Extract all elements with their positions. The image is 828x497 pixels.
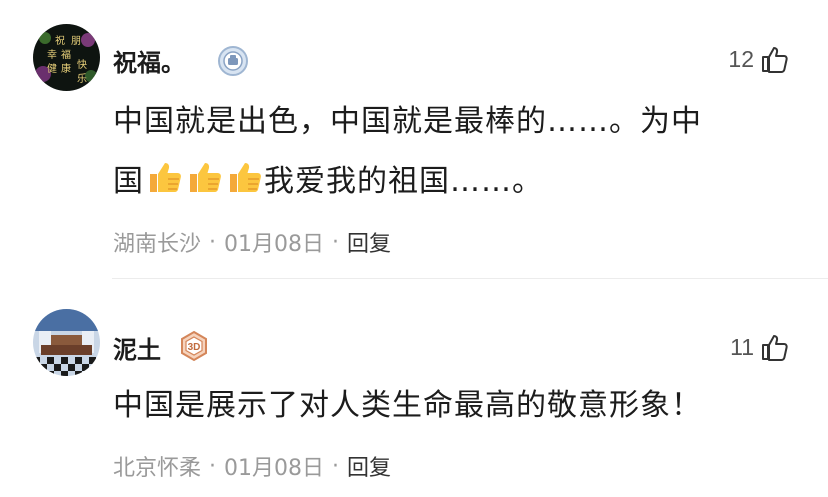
username[interactable]: 泥土 xyxy=(113,330,161,365)
username[interactable]: 祝福。 xyxy=(113,43,185,78)
meta-separator: · xyxy=(332,229,340,255)
comment-text: 中国是展示了对人类生命最高的敬意形象！ xyxy=(113,388,702,423)
reply-button[interactable]: 回复 xyxy=(347,226,391,258)
like-count: 11 xyxy=(730,333,754,360)
reply-button[interactable]: 回复 xyxy=(347,450,391,482)
avatar[interactable]: 祝 朋 幸 福 健 康 快 乐 xyxy=(33,24,100,91)
svg-text:朋: 朋 xyxy=(71,35,81,47)
meta-separator: · xyxy=(209,453,217,479)
thumbs-up-emoji-icon xyxy=(230,163,261,192)
svg-text:幸: 幸 xyxy=(47,49,57,61)
divider xyxy=(112,278,828,279)
svg-text:福: 福 xyxy=(61,48,71,61)
comment-item: 祝 朋 幸 福 健 康 快 乐 祝福。 12 中国就是出色，中国就是最棒的……。… xyxy=(0,0,828,278)
like-button[interactable]: 11 xyxy=(730,332,790,362)
comment-date: 01月08日 xyxy=(224,232,325,257)
svg-text:健: 健 xyxy=(47,63,57,75)
vip-medal-icon[interactable] xyxy=(217,45,249,77)
meta-separator: · xyxy=(209,229,217,255)
avatar-text: 祝 xyxy=(55,34,65,47)
comment-meta: 北京怀柔 · 01月08日 · 回复 xyxy=(113,450,391,482)
location: 湖南长沙 xyxy=(113,232,202,257)
svg-text:乐: 乐 xyxy=(77,73,87,85)
location: 北京怀柔 xyxy=(113,456,202,481)
svg-text:快: 快 xyxy=(77,59,87,71)
thumbs-up-emoji-icon xyxy=(150,163,181,192)
avatar[interactable] xyxy=(33,309,100,376)
svg-text:康: 康 xyxy=(61,62,71,75)
comment-item: 泥土 3D 11 中国是展示了对人类生命最高的敬意形象！ 北京怀柔 · 01月0… xyxy=(0,280,828,497)
comment-text-line: 中国就是出色，中国就是最棒的……。为中 xyxy=(113,104,702,139)
like-button[interactable]: 12 xyxy=(728,44,790,74)
meta-separator: · xyxy=(332,453,340,479)
thumbs-up-icon xyxy=(762,47,788,73)
thumbs-up-emoji-icon xyxy=(190,163,221,192)
comment-text: 中国就是出色，中国就是最棒的……。为中 国我爱我的祖国……。 xyxy=(113,92,793,212)
comment-meta: 湖南长沙 · 01月08日 · 回复 xyxy=(113,226,391,258)
level-badge-icon[interactable]: 3D xyxy=(178,330,210,362)
like-count: 12 xyxy=(728,45,754,72)
comment-date: 01月08日 xyxy=(224,456,325,481)
thumbs-up-icon xyxy=(762,335,788,361)
comment-text-line: 国我爱我的祖国……。 xyxy=(113,152,793,212)
level-badge-text: 3D xyxy=(188,342,201,353)
